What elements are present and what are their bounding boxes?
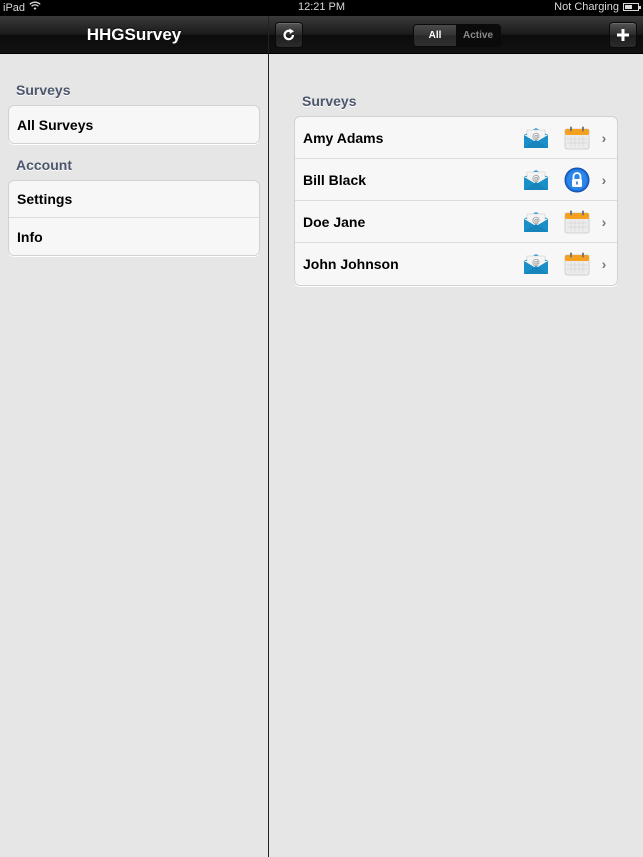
survey-name: Amy Adams: [303, 129, 384, 146]
chevron-right-icon: ›: [601, 256, 607, 272]
mail-icon: @: [522, 250, 550, 278]
sidebar-item-info[interactable]: Info: [9, 218, 259, 255]
lock-icon: [563, 166, 591, 194]
add-survey-button[interactable]: [609, 22, 637, 48]
surveys-group: All Surveys: [8, 105, 260, 144]
survey-row[interactable]: Doe Jane @ ›: [295, 201, 617, 243]
master-navbar: HHGSurvey: [0, 16, 268, 54]
sidebar-item-all-surveys[interactable]: All Surveys: [9, 106, 259, 143]
detail-content: Surveys Amy Adams @ › Bill Black @ › Doe…: [269, 55, 643, 857]
refresh-icon: [283, 28, 295, 41]
survey-name: Bill Black: [303, 171, 367, 188]
section-header-surveys: Surveys: [16, 82, 71, 98]
app-title: HHGSurvey: [86, 25, 182, 44]
svg-text:@: @: [532, 258, 540, 267]
plus-icon: [617, 29, 629, 41]
survey-row[interactable]: John Johnson @ ›: [295, 243, 617, 285]
calendar-icon: [563, 208, 591, 236]
section-header-surveys-list: Surveys: [302, 93, 357, 109]
svg-text:@: @: [532, 132, 540, 141]
detail-toolbar: All Active: [269, 16, 643, 54]
master-sidebar: Surveys All Surveys Account Settings Inf…: [0, 55, 268, 857]
sidebar-item-settings[interactable]: Settings: [9, 181, 259, 218]
segment-active[interactable]: Active: [456, 25, 500, 46]
clock: 12:21 PM: [297, 1, 346, 13]
survey-row[interactable]: Bill Black @ ›: [295, 159, 617, 201]
filter-segmented-control: All Active: [413, 24, 501, 47]
mail-icon: @: [522, 208, 550, 236]
calendar-icon: [563, 250, 591, 278]
mail-icon: @: [522, 166, 550, 194]
svg-text:@: @: [532, 174, 540, 183]
calendar-icon: [563, 124, 591, 152]
status-bar: iPad 12:21 PM Not Charging: [0, 0, 643, 16]
survey-name: Doe Jane: [303, 213, 366, 230]
refresh-button[interactable]: [275, 22, 303, 48]
account-group: Settings Info: [8, 180, 260, 256]
survey-name: John Johnson: [303, 256, 399, 272]
chevron-right-icon: ›: [601, 129, 607, 146]
charging-status: Not Charging: [554, 1, 619, 13]
chevron-right-icon: ›: [601, 171, 607, 188]
segment-all[interactable]: All: [414, 25, 456, 46]
battery-icon: [623, 3, 641, 11]
survey-row[interactable]: Amy Adams @ ›: [295, 117, 617, 159]
section-header-account: Account: [16, 157, 72, 173]
chevron-right-icon: ›: [601, 213, 607, 230]
surveys-list: Amy Adams @ › Bill Black @ › Doe Jane @ …: [294, 116, 618, 286]
svg-text:@: @: [532, 216, 540, 225]
mail-icon: @: [522, 124, 550, 152]
